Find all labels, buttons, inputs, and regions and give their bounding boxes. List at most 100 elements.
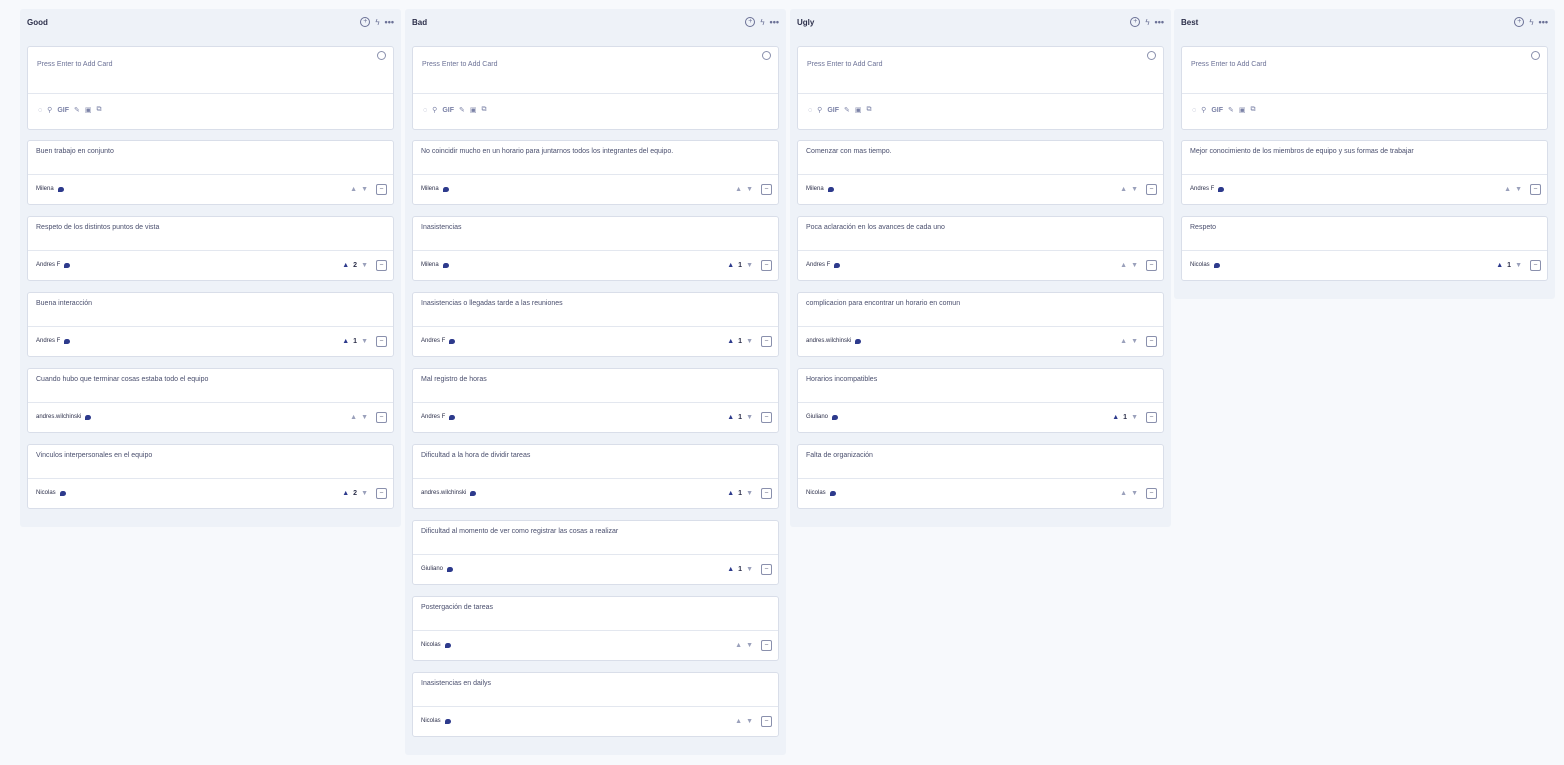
thumbs-up-icon[interactable]: ▲: [727, 262, 734, 269]
draw-icon[interactable]: ✎: [74, 106, 80, 114]
add-card-input[interactable]: Press Enter to Add Card: [422, 61, 497, 68]
thumbs-up-icon[interactable]: ▲: [735, 186, 742, 193]
thumbs-up-icon[interactable]: ▲: [727, 338, 734, 345]
add-card-icon[interactable]: +: [1130, 17, 1141, 27]
retro-card[interactable]: Mal registro de horas Andres F ▲ 1 ▼ –: [412, 368, 779, 433]
card-menu-button[interactable]: –: [1146, 487, 1157, 499]
thumbs-down-icon[interactable]: ▼: [746, 642, 753, 649]
card-menu-button[interactable]: –: [761, 183, 772, 195]
comment-icon[interactable]: [59, 490, 66, 496]
retro-card[interactable]: Comenzar con mas tiempo. Milena ▲ ▼ –: [797, 140, 1164, 205]
emoji-icon[interactable]: [1147, 51, 1156, 60]
emoji-icon[interactable]: [1531, 51, 1540, 60]
card-menu-button[interactable]: –: [1530, 183, 1541, 195]
gif-button[interactable]: GIF: [1211, 107, 1223, 114]
retro-card[interactable]: Horarios incompatibles Giuliano ▲ 1 ▼ –: [797, 368, 1164, 433]
thumbs-down-icon[interactable]: ▼: [1131, 490, 1138, 497]
add-card-icon[interactable]: +: [1514, 17, 1525, 27]
user-icon[interactable]: ⚲: [1201, 106, 1206, 114]
thumbs-down-icon[interactable]: ▼: [1131, 414, 1138, 421]
thumbs-up-icon[interactable]: ▲: [1120, 338, 1127, 345]
thumbs-down-icon[interactable]: ▼: [361, 338, 368, 345]
comment-icon[interactable]: [64, 262, 71, 268]
image-icon[interactable]: ▣: [855, 106, 862, 114]
thumbs-down-icon[interactable]: ▼: [1515, 262, 1522, 269]
comment-icon[interactable]: [444, 642, 451, 648]
retro-card[interactable]: Mejor conocimiento de los miembros de eq…: [1181, 140, 1548, 205]
sort-icon[interactable]: ϟ: [375, 18, 379, 27]
retro-card[interactable]: Postergación de tareas Nicolas ▲ ▼ –: [412, 596, 779, 661]
emoji-icon[interactable]: [762, 51, 771, 60]
thumbs-up-icon[interactable]: ▲: [727, 490, 734, 497]
add-card-icon[interactable]: +: [360, 17, 371, 27]
thumbs-down-icon[interactable]: ▼: [1131, 262, 1138, 269]
card-menu-button[interactable]: –: [376, 487, 387, 499]
sort-icon[interactable]: ϟ: [1145, 18, 1149, 27]
comment-icon[interactable]: [470, 490, 477, 496]
comment-icon[interactable]: ◌: [423, 107, 427, 114]
gif-button[interactable]: GIF: [442, 107, 454, 114]
thumbs-down-icon[interactable]: ▼: [361, 262, 368, 269]
comment-icon[interactable]: [447, 566, 454, 572]
thumbs-up-icon[interactable]: ▲: [342, 338, 349, 345]
thumbs-down-icon[interactable]: ▼: [746, 262, 753, 269]
comment-icon[interactable]: [1213, 262, 1220, 268]
card-menu-button[interactable]: –: [761, 715, 772, 727]
sort-icon[interactable]: ϟ: [760, 18, 764, 27]
card-menu-button[interactable]: –: [1146, 335, 1157, 347]
retro-card[interactable]: Respeto de los distintos puntos de vista…: [27, 216, 394, 281]
comment-icon[interactable]: [449, 338, 456, 344]
comment-icon[interactable]: [834, 262, 841, 268]
comment-icon[interactable]: [85, 414, 92, 420]
retro-card[interactable]: Dificultad a la hora de dividir tareas an…: [412, 444, 779, 509]
comment-icon[interactable]: [832, 414, 839, 420]
thumbs-down-icon[interactable]: ▼: [746, 718, 753, 725]
card-menu-button[interactable]: –: [376, 183, 387, 195]
card-menu-button[interactable]: –: [1146, 183, 1157, 195]
thumbs-up-icon[interactable]: ▲: [735, 718, 742, 725]
card-menu-button[interactable]: –: [376, 335, 387, 347]
thumbs-down-icon[interactable]: ▼: [1131, 186, 1138, 193]
thumbs-up-icon[interactable]: ▲: [1112, 414, 1119, 421]
card-menu-button[interactable]: –: [761, 563, 772, 575]
card-menu-button[interactable]: –: [376, 411, 387, 423]
card-menu-button[interactable]: –: [761, 335, 772, 347]
card-menu-button[interactable]: –: [1530, 259, 1541, 271]
card-menu-button[interactable]: –: [761, 639, 772, 651]
card-menu-button[interactable]: –: [376, 259, 387, 271]
retro-card[interactable]: Buen trabajo en conjunto Milena ▲ ▼ –: [27, 140, 394, 205]
thumbs-down-icon[interactable]: ▼: [361, 414, 368, 421]
more-options-icon[interactable]: •••: [1539, 17, 1548, 27]
thumbs-up-icon[interactable]: ▲: [342, 490, 349, 497]
card-menu-button[interactable]: –: [761, 487, 772, 499]
card-menu-button[interactable]: –: [761, 411, 772, 423]
draw-icon[interactable]: ✎: [459, 106, 465, 114]
card-menu-button[interactable]: –: [1146, 259, 1157, 271]
thumbs-up-icon[interactable]: ▲: [350, 414, 357, 421]
gif-button[interactable]: GIF: [827, 107, 839, 114]
gif-button[interactable]: GIF: [57, 107, 69, 114]
add-card-input[interactable]: Press Enter to Add Card: [807, 61, 882, 68]
comment-icon[interactable]: ◌: [38, 107, 42, 114]
retro-card[interactable]: Respeto Nicolas ▲ 1 ▼ –: [1181, 216, 1548, 281]
draw-icon[interactable]: ✎: [844, 106, 850, 114]
retro-card[interactable]: Falta de organización Nicolas ▲ ▼ –: [797, 444, 1164, 509]
thumbs-down-icon[interactable]: ▼: [1515, 186, 1522, 193]
more-options-icon[interactable]: •••: [770, 17, 779, 27]
thumbs-up-icon[interactable]: ▲: [727, 414, 734, 421]
thumbs-up-icon[interactable]: ▲: [727, 566, 734, 573]
more-options-icon[interactable]: •••: [1155, 17, 1164, 27]
user-icon[interactable]: ⚲: [47, 106, 52, 114]
emoji-icon[interactable]: [377, 51, 386, 60]
thumbs-down-icon[interactable]: ▼: [361, 186, 368, 193]
retro-card[interactable]: Inasistencias o llegadas tarde a las reu…: [412, 292, 779, 357]
more-options-icon[interactable]: •••: [385, 17, 394, 27]
image-icon[interactable]: ▣: [85, 106, 92, 114]
retro-card[interactable]: Inasistencias en dailys Nicolas ▲ ▼ –: [412, 672, 779, 737]
comment-icon[interactable]: ◌: [808, 107, 812, 114]
card-menu-button[interactable]: –: [1146, 411, 1157, 423]
retro-card[interactable]: Dificultad al momento de ver como regist…: [412, 520, 779, 585]
add-card-input[interactable]: Press Enter to Add Card: [37, 61, 112, 68]
thumbs-up-icon[interactable]: ▲: [1120, 262, 1127, 269]
comment-icon[interactable]: [855, 338, 862, 344]
